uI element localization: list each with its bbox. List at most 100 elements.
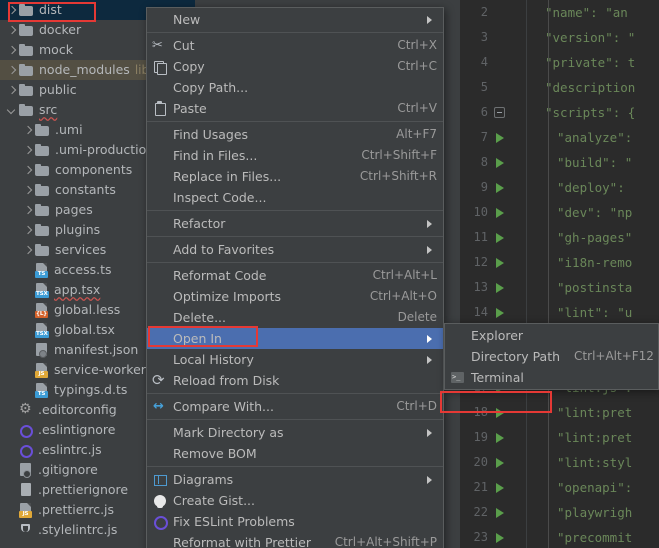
code-text: "analyze": [557, 130, 633, 145]
menu-item-replace-in-files[interactable]: Replace in Files... Ctrl+Shift+R [147, 166, 443, 187]
menu-item-label: Paste [173, 101, 207, 116]
menu-item-new[interactable]: New [147, 9, 443, 30]
menu-item-reformat-with-prettier[interactable]: Reformat with Prettier Ctrl+Alt+Shift+P [147, 532, 443, 548]
menu-shortcut: Ctrl+Alt+F12 [574, 349, 654, 363]
submenu-item-terminal[interactable]: Terminal [445, 367, 658, 388]
file-context-menu[interactable]: New Cut Ctrl+X Copy Ctrl+C Copy Path... Paste C… [146, 7, 444, 548]
menu-item-inspect-code[interactable]: Inspect Code... [147, 187, 443, 208]
line-number: 9 [480, 180, 488, 194]
menu-item-fix-eslint-problems[interactable]: Fix ESLint Problems [147, 511, 443, 532]
chevron-right-icon[interactable] [6, 45, 17, 56]
chevron-right-icon[interactable] [22, 205, 33, 216]
tree-item-label: service-worker [54, 362, 146, 377]
menu-item-mark-directory-as[interactable]: Mark Directory as [147, 422, 443, 443]
code-text: "build": " [557, 155, 633, 170]
run-script-icon[interactable] [496, 208, 504, 218]
menu-item-open-in[interactable]: Open In [147, 328, 443, 349]
run-script-icon[interactable] [496, 433, 504, 443]
line-number: 21 [473, 480, 488, 494]
menu-icon-spacer [151, 12, 169, 28]
run-script-icon[interactable] [496, 458, 504, 468]
run-script-icon[interactable] [496, 183, 504, 193]
run-script-icon[interactable] [496, 233, 504, 243]
eslint-icon [19, 443, 33, 458]
menu-item-compare-with[interactable]: Compare With... Ctrl+D [147, 396, 443, 417]
code-text: "i18n-remo [557, 255, 633, 270]
file-fold [43, 362, 47, 367]
menu-item-find-in-files[interactable]: Find in Files... Ctrl+Shift+F [147, 145, 443, 166]
file-fold [27, 502, 31, 507]
chevron-down-icon[interactable] [6, 105, 17, 116]
menu-separator [147, 121, 443, 122]
run-script-icon[interactable] [496, 283, 504, 293]
chevron-right-icon[interactable] [22, 245, 33, 256]
run-script-icon[interactable] [496, 158, 504, 168]
menu-item-optimize-imports[interactable]: Optimize Imports Ctrl+Alt+O [147, 286, 443, 307]
code-text: "deploy": [557, 180, 625, 195]
menu-item-delete[interactable]: Delete... Delete [147, 307, 443, 328]
chevron-right-icon[interactable] [6, 85, 17, 96]
chevron-right-icon[interactable] [22, 145, 33, 156]
run-script-icon[interactable] [496, 308, 504, 318]
menu-separator [147, 419, 443, 420]
run-script-icon[interactable] [496, 408, 504, 418]
menu-item-paste[interactable]: Paste Ctrl+V [147, 98, 443, 119]
menu-item-create-gist[interactable]: Create Gist... [147, 490, 443, 511]
tree-item-label: mock [39, 42, 73, 57]
chevron-right-icon[interactable] [6, 5, 17, 16]
run-script-icon[interactable] [496, 533, 504, 543]
menu-item-refactor[interactable]: Refactor [147, 213, 443, 234]
document-icon [19, 483, 33, 497]
menu-item-label: Local History [173, 352, 254, 367]
menu-icon-spacer [151, 242, 169, 258]
code-fold-icon[interactable] [494, 107, 505, 118]
chevron-right-icon[interactable] [22, 125, 33, 136]
code-line: 21 "openapi": [460, 475, 659, 500]
code-line: 11 "gh-pages" [460, 225, 659, 250]
submenu-item-explorer[interactable]: Explorer [445, 325, 658, 346]
menu-item-local-history[interactable]: Local History [147, 349, 443, 370]
run-script-icon[interactable] [496, 258, 504, 268]
menu-icon-spacer [151, 289, 169, 305]
open-in-submenu[interactable]: Explorer Directory Path Ctrl+Alt+F12 Termin… [444, 323, 659, 390]
tree-item-label: docker [39, 22, 82, 37]
menu-item-label: Reformat with Prettier [173, 535, 311, 548]
file-fold [43, 382, 47, 387]
menu-item-label: Reformat Code [173, 268, 267, 283]
code-line: 18 "lint:pret [460, 400, 659, 425]
menu-item-copy-path[interactable]: Copy Path... [147, 77, 443, 98]
menu-separator [147, 393, 443, 394]
menu-icon-spacer [151, 535, 169, 548]
folder-icon [19, 23, 34, 37]
menu-item-add-to-favorites[interactable]: Add to Favorites [147, 239, 443, 260]
menu-item-reformat-code[interactable]: Reformat Code Ctrl+Alt+L [147, 265, 443, 286]
menu-item-diagrams[interactable]: Diagrams [147, 469, 443, 490]
file-fold [43, 302, 47, 307]
tree-item-label: access.ts [54, 262, 112, 277]
menu-item-copy[interactable]: Copy Ctrl+C [147, 56, 443, 77]
run-script-icon[interactable] [496, 508, 504, 518]
folder-icon [19, 43, 34, 57]
github-icon [151, 493, 169, 509]
code-text: "lint:pret [557, 430, 633, 445]
menu-item-find-usages[interactable]: Find Usages Alt+F7 [147, 124, 443, 145]
chevron-right-icon[interactable] [22, 225, 33, 236]
run-script-icon[interactable] [496, 133, 504, 143]
chevron-right-icon[interactable] [6, 65, 17, 76]
chevron-right-icon[interactable] [6, 25, 17, 36]
menu-shortcut: Ctrl+Alt+Shift+P [334, 535, 437, 548]
chevron-right-icon[interactable] [22, 165, 33, 176]
menu-item-cut[interactable]: Cut Ctrl+X [147, 35, 443, 56]
scissors-icon [151, 36, 169, 55]
menu-icon-spacer [151, 127, 169, 143]
menu-item-reload-from-disk[interactable]: Reload from Disk [147, 370, 443, 391]
submenu-item-directory-path[interactable]: Directory Path Ctrl+Alt+F12 [445, 346, 658, 367]
chevron-right-icon[interactable] [22, 185, 33, 196]
run-script-icon[interactable] [496, 483, 504, 493]
code-text: "openapi": [557, 480, 633, 495]
code-editor-panel[interactable]: 2 "name": "an 3 "version": " 4 "private": t 5 "… [460, 0, 659, 548]
tree-item-label: .umi [55, 122, 83, 137]
menu-item-remove-bom[interactable]: Remove BOM [147, 443, 443, 464]
